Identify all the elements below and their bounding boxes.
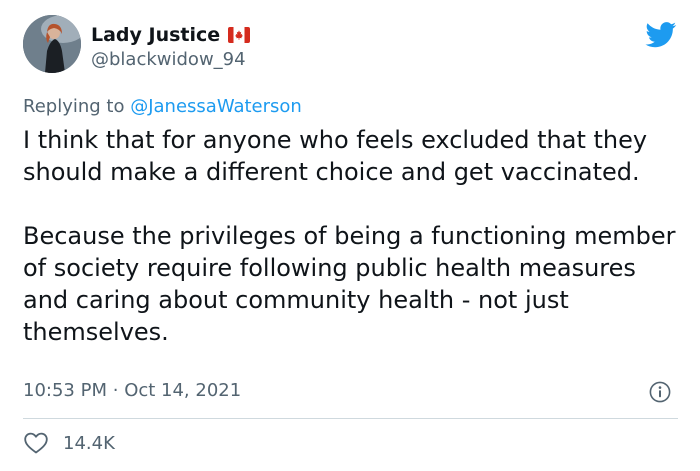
avatar[interactable] bbox=[23, 15, 81, 73]
author-display-name[interactable]: Lady Justice bbox=[91, 24, 220, 46]
tweet-card: Lady Justice @blackwidow_94 Replying to … bbox=[0, 0, 700, 471]
canadian-flag-icon bbox=[228, 27, 251, 43]
tweet-timestamp[interactable]: 10:53 PM · Oct 14, 2021 bbox=[23, 380, 241, 401]
tweet-date: Oct 14, 2021 bbox=[124, 380, 242, 401]
replying-to-line: Replying to @JanessaWaterson bbox=[23, 96, 302, 117]
tweet-paragraph: I think that for anyone who feels exclud… bbox=[23, 126, 648, 186]
author-name-row: Lady Justice bbox=[91, 22, 251, 48]
tweet-paragraph: Because the privileges of being a functi… bbox=[23, 222, 676, 346]
heart-icon[interactable] bbox=[23, 431, 49, 455]
info-icon[interactable] bbox=[649, 381, 671, 403]
twitter-bird-icon[interactable] bbox=[645, 22, 677, 48]
replying-to-prefix: Replying to bbox=[23, 96, 125, 117]
tweet-time: 10:53 PM bbox=[23, 380, 107, 401]
reply-mention-link[interactable]: @JanessaWaterson bbox=[130, 96, 302, 117]
tweet-text: I think that for anyone who feels exclud… bbox=[23, 124, 678, 348]
divider bbox=[23, 418, 678, 419]
like-count: 14.4K bbox=[63, 432, 115, 454]
like-action[interactable]: 14.4K bbox=[23, 430, 115, 456]
author-handle[interactable]: @blackwidow_94 bbox=[91, 49, 246, 70]
meta-separator: · bbox=[112, 380, 119, 401]
